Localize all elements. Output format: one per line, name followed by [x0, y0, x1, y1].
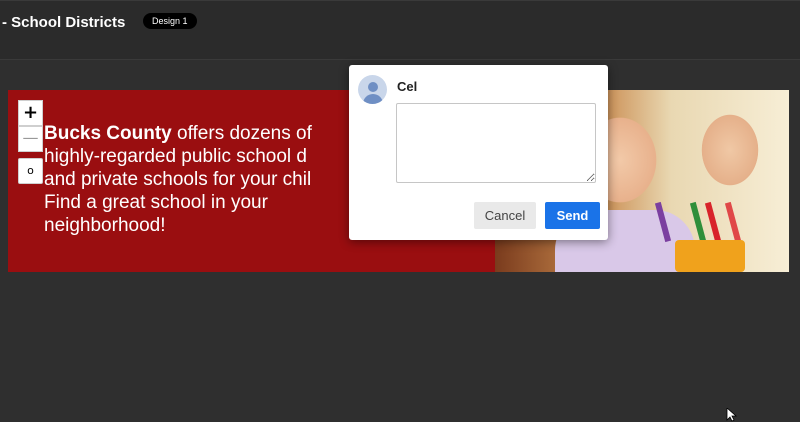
- banner-line-5: neighborhood!: [44, 215, 166, 236]
- banner-line-3: and private schools for your chil: [44, 169, 312, 190]
- cancel-button[interactable]: Cancel: [474, 202, 536, 229]
- banner-text: Bucks County offers dozens of highly-reg…: [44, 122, 384, 237]
- banner-line-2: highly-regarded public school d: [44, 146, 307, 167]
- zoom-out-button[interactable]: —: [18, 126, 43, 152]
- send-button[interactable]: Send: [545, 202, 600, 229]
- comment-input[interactable]: [396, 103, 596, 183]
- photo-pencil: [704, 201, 722, 243]
- banner-line-4: Find a great school in your: [44, 192, 268, 213]
- banner-line-1: offers dozens of: [171, 123, 312, 144]
- page-title: - School Districts: [2, 14, 126, 31]
- comment-popup: Cel Cancel Send: [349, 65, 608, 240]
- zoom-in-button[interactable]: +: [18, 100, 43, 126]
- zoom-reset-button[interactable]: o: [18, 158, 43, 184]
- design-badge[interactable]: Design 1: [143, 13, 197, 29]
- photo-pencil: [724, 201, 742, 243]
- comment-username: Cel: [397, 79, 418, 94]
- top-bar: - School Districts Design 1: [0, 0, 800, 60]
- banner-bold-text: Bucks County: [44, 123, 172, 144]
- pencil-cup: [675, 240, 745, 272]
- user-avatar-icon: [358, 75, 387, 104]
